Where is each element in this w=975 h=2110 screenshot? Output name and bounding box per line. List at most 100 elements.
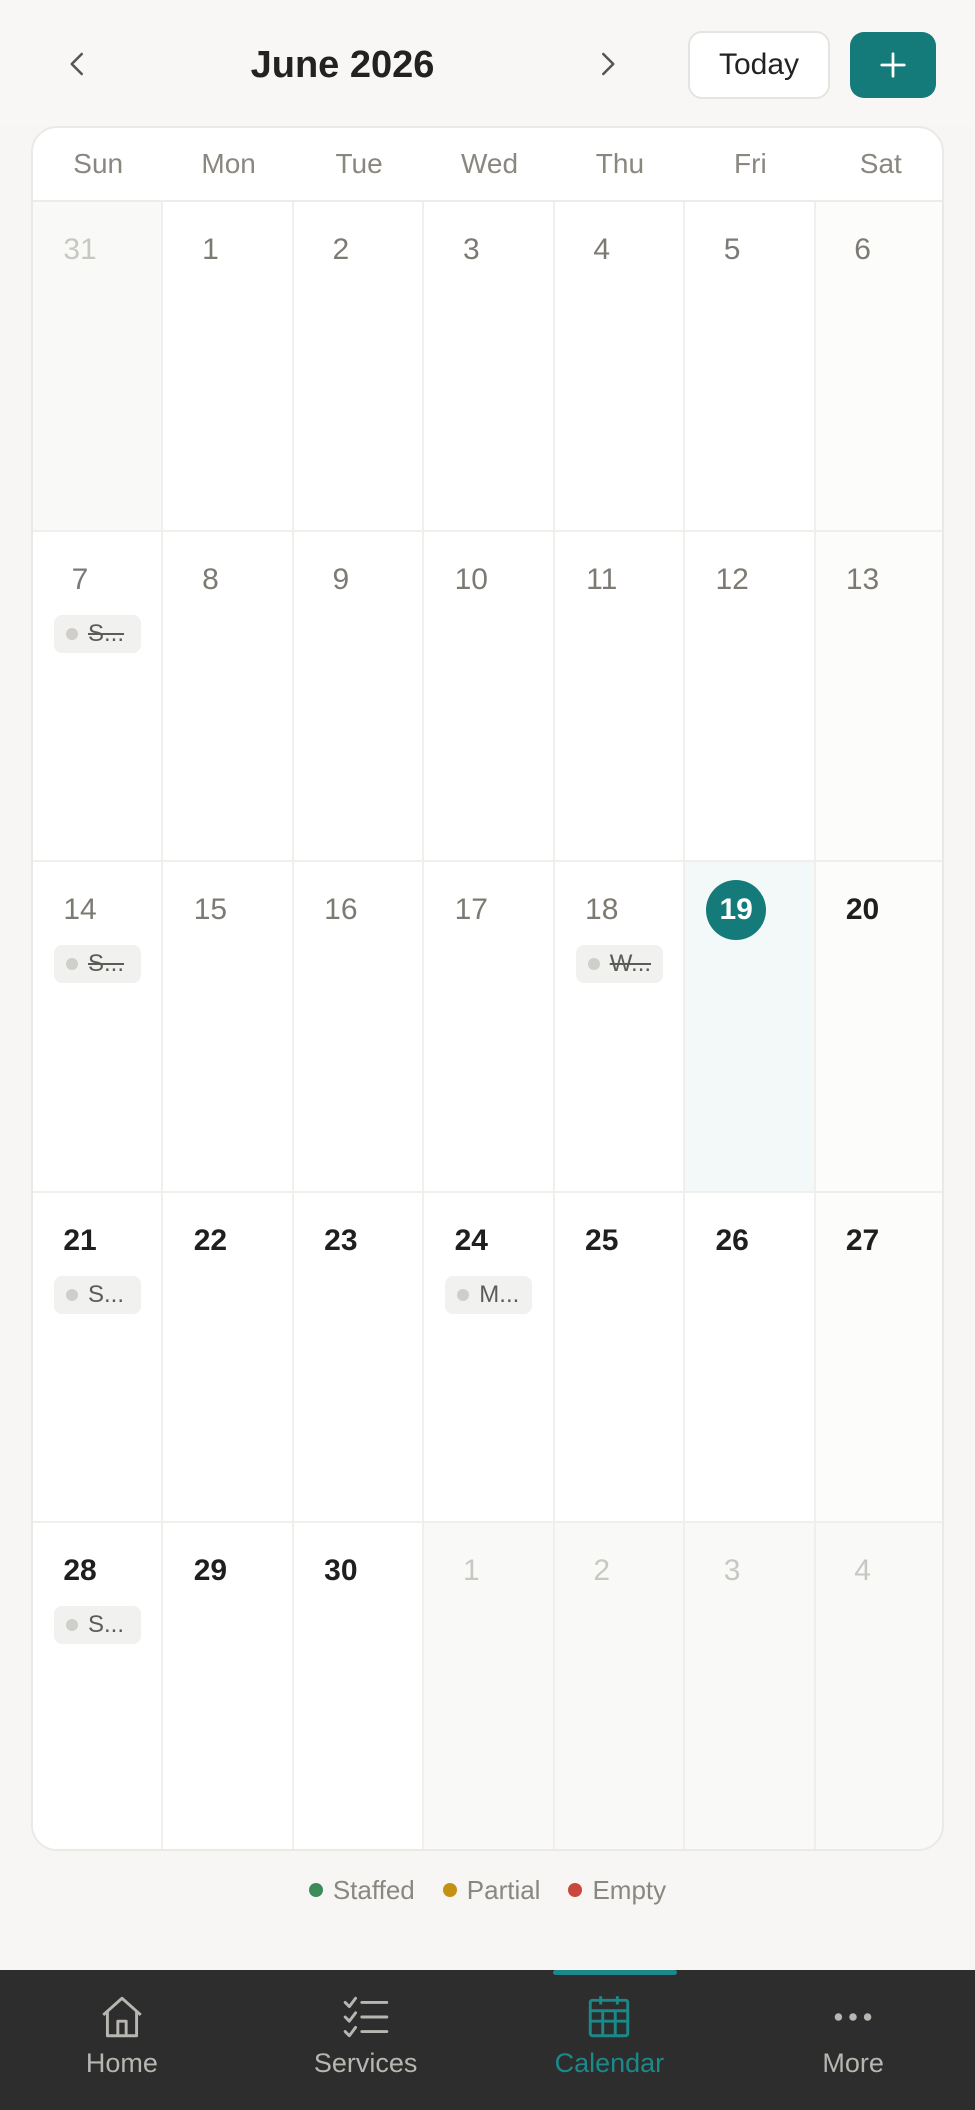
event-chip-label: M... (479, 1280, 520, 1308)
event-chip[interactable]: S... (54, 945, 141, 984)
day-cell[interactable]: 23 (293, 1192, 425, 1523)
day-cell[interactable]: 21 S... (33, 1192, 164, 1523)
day-number: 29 (193, 1553, 228, 1587)
event-chip[interactable]: S... (54, 1275, 141, 1314)
event-chip-label: S... (88, 620, 125, 648)
legend-item-empty: Empty (568, 1870, 666, 1910)
day-number: 4 (593, 233, 611, 266)
day-number: 12 (715, 563, 749, 597)
day-number: 1 (462, 1553, 480, 1587)
status-dot (66, 628, 78, 641)
next-month-button[interactable] (577, 34, 637, 94)
day-cell[interactable]: 16 (293, 862, 425, 1193)
day-number: 2 (593, 1553, 611, 1587)
day-cell[interactable]: 3 (685, 1522, 816, 1849)
event-chip-label: S... (88, 950, 125, 978)
chevron-right-icon (602, 52, 615, 76)
day-cell[interactable]: 22 (163, 1192, 294, 1523)
day-cell[interactable]: 11 (554, 532, 686, 863)
day-number: 26 (715, 1223, 749, 1257)
day-cell[interactable]: 13 (815, 532, 942, 863)
status-dot (66, 1618, 78, 1631)
today-day-number: 19 (706, 880, 767, 941)
tab-calendar[interactable]: Calendar (488, 1970, 732, 2110)
day-cell[interactable]: 1 (424, 1522, 555, 1849)
day-cell[interactable]: 4 (554, 202, 686, 533)
legend-dot (308, 1883, 323, 1897)
day-number: 13 (845, 563, 880, 597)
day-cell[interactable]: 19 (685, 862, 816, 1193)
status-dot (587, 958, 600, 971)
previous-month-button[interactable] (48, 34, 108, 94)
day-cell[interactable]: 9 (293, 532, 425, 863)
checklist-icon (343, 1996, 388, 2038)
day-number: 2 (332, 233, 350, 266)
month-title: June 2026 (250, 44, 435, 86)
event-chip[interactable]: S... (54, 1605, 141, 1644)
day-cell[interactable]: 7 S... (33, 532, 164, 863)
legend-label: Empty (592, 1874, 667, 1905)
add-button[interactable] (850, 32, 936, 98)
day-cell[interactable]: 14 S... (33, 862, 164, 1193)
legend-label: Staffed (332, 1874, 415, 1905)
day-cell[interactable]: 1 (163, 202, 294, 533)
event-chip[interactable]: M... (445, 1275, 533, 1314)
legend-label: Partial (466, 1874, 541, 1905)
day-cell[interactable]: 28 S... (33, 1522, 164, 1849)
day-cell[interactable]: 24 M... (424, 1192, 555, 1523)
day-cell[interactable]: 2 (293, 202, 425, 533)
day-cell[interactable]: 31 (33, 202, 164, 533)
day-number: 27 (845, 1223, 880, 1257)
day-cell[interactable]: 2 (554, 1522, 686, 1849)
day-cell[interactable]: 6 (815, 202, 942, 533)
home-icon (102, 1996, 142, 2038)
day-cell[interactable]: 17 (424, 862, 555, 1193)
day-number: 3 (462, 233, 480, 266)
active-tab-indicator (552, 1970, 677, 1975)
day-cell[interactable]: 26 (685, 1192, 816, 1523)
day-cell[interactable]: 18 W... (554, 862, 686, 1193)
day-cell[interactable]: 8 (163, 532, 294, 863)
weekday-label: Mon (201, 148, 256, 179)
plus-icon (880, 52, 906, 78)
calendar-header: June 2026 Today (0, 0, 975, 126)
weekday-label: Thu (595, 148, 645, 179)
day-number: 28 (63, 1553, 97, 1587)
day-number: 11 (586, 563, 618, 597)
day-cell[interactable]: 5 (685, 202, 816, 533)
today-button[interactable]: Today (688, 31, 830, 99)
day-number: 25 (585, 1223, 619, 1257)
day-number: 9 (332, 563, 350, 597)
chevron-left-icon (70, 52, 83, 76)
day-number: 23 (324, 1223, 358, 1257)
day-cell[interactable]: 12 (685, 532, 816, 863)
weekday-label: Fri (734, 148, 767, 179)
tab-label: Services (313, 2048, 418, 2078)
day-number: 10 (454, 563, 488, 597)
day-cell[interactable]: 27 (815, 1192, 942, 1523)
day-number: 7 (71, 563, 89, 597)
day-cell[interactable]: 20 (815, 862, 942, 1193)
day-cell[interactable]: 25 (554, 1192, 686, 1523)
tab-label: Home (85, 2048, 158, 2078)
day-cell[interactable]: 29 (163, 1522, 294, 1849)
day-grid: 31 1 2 3 4 5 6 7 S... 8 9 10 11 12 13 14 S... 15 16 17 18 W..… (33, 202, 942, 1849)
day-cell[interactable]: 3 (424, 202, 555, 533)
day-cell[interactable]: 10 (424, 532, 555, 863)
day-number: 14 (63, 893, 97, 927)
day-number: 15 (193, 893, 228, 927)
tab-services[interactable]: Services (244, 1970, 488, 2110)
day-number: 21 (63, 1223, 97, 1257)
legend-dot (568, 1883, 583, 1897)
weekday-label: Sat (859, 148, 902, 179)
tab-more[interactable]: More (731, 1970, 975, 2110)
legend-dot (442, 1883, 457, 1897)
day-cell[interactable]: 15 (163, 862, 294, 1193)
event-chip[interactable]: S... (54, 615, 141, 654)
staffing-legend: Staffed Partial Empty (0, 1870, 975, 1910)
day-cell[interactable]: 4 (815, 1522, 942, 1849)
event-chip[interactable]: W... (575, 945, 663, 984)
day-cell[interactable]: 30 (293, 1522, 425, 1849)
tab-home[interactable]: Home (0, 1970, 244, 2110)
tab-label: Calendar (554, 2048, 665, 2078)
